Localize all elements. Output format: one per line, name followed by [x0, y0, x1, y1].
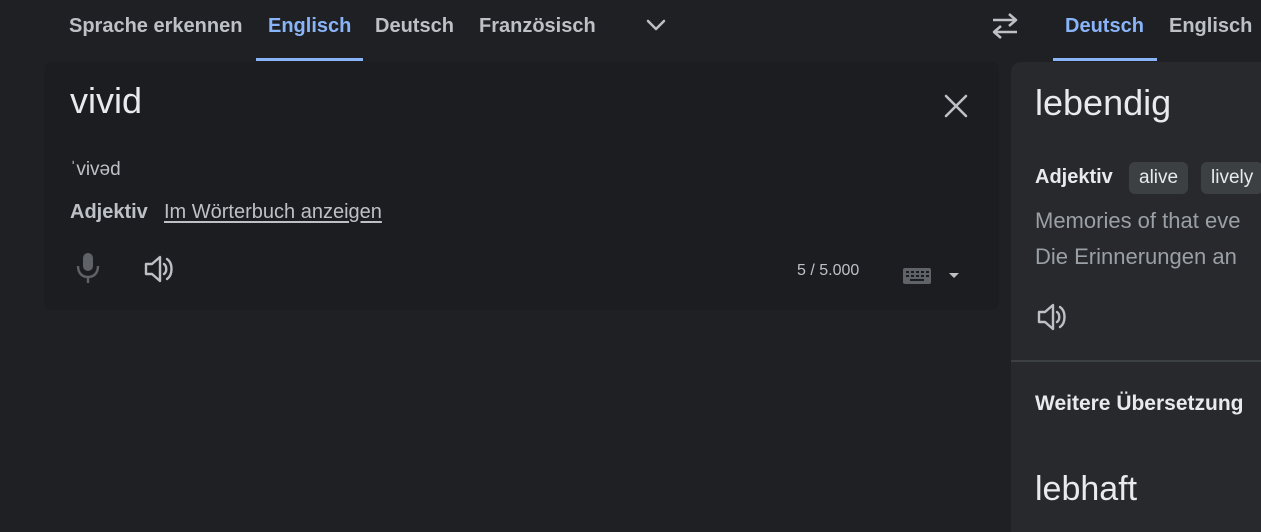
translation-panel: lebendig Adjektiv alive lively Memories … [1011, 62, 1261, 532]
character-count: 5 / 5.000 [797, 262, 860, 279]
tab-source-german[interactable]: Deutsch [375, 0, 454, 52]
microphone-icon[interactable] [72, 250, 104, 286]
translate-app: Sprache erkennen Englisch Deutsch Franzö… [0, 0, 1261, 532]
more-translations-heading: Weitere Übersetzung [1035, 392, 1244, 415]
tab-source-detect-language[interactable]: Sprache erkennen [69, 0, 242, 52]
tab-source-french[interactable]: Französisch [479, 0, 596, 52]
tab-source-english[interactable]: Englisch [268, 0, 351, 52]
speaker-icon[interactable] [142, 252, 178, 286]
speaker-icon[interactable] [1035, 300, 1071, 334]
tab-target-english[interactable]: Englisch [1169, 0, 1252, 52]
source-text-card: vivid ˈvivəd Adjektiv Im Wörterbuch anze… [44, 62, 999, 310]
active-tab-indicator [256, 58, 363, 61]
chevron-down-icon[interactable] [640, 10, 672, 42]
example-sentence-target: Die Erinnerungen an [1035, 244, 1237, 269]
source-part-of-speech: Adjektiv [70, 201, 148, 223]
source-text-input[interactable]: vivid [70, 80, 142, 122]
close-icon[interactable] [940, 90, 972, 122]
translation-text: lebendig [1035, 82, 1172, 123]
active-target-tab-indicator [1053, 58, 1157, 61]
synonym-chip[interactable]: lively [1201, 162, 1261, 194]
swap-languages-icon[interactable] [985, 8, 1025, 44]
keyboard-icon[interactable] [902, 264, 932, 286]
example-sentence-source: Memories of that eve [1035, 208, 1241, 233]
alternative-translation: lebhaft [1035, 470, 1138, 508]
section-divider [1011, 360, 1261, 362]
phonetic-transcription: ˈvivəd [70, 159, 121, 180]
tab-target-german[interactable]: Deutsch [1065, 0, 1144, 52]
synonym-chip[interactable]: alive [1129, 162, 1189, 194]
dictionary-link[interactable]: Im Wörterbuch anzeigen [164, 201, 382, 224]
caret-down-icon[interactable] [946, 267, 962, 283]
target-part-of-speech: Adjektiv [1035, 166, 1113, 188]
